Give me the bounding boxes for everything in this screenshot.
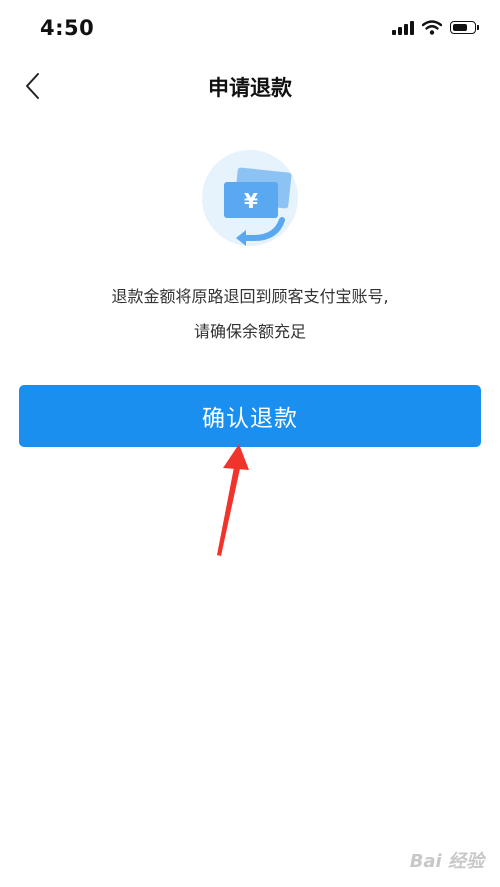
signal-icon xyxy=(392,20,414,35)
nav-bar: 申请退款 xyxy=(0,60,500,112)
refund-money-icon: ¥ xyxy=(202,150,298,246)
page-title: 申请退款 xyxy=(208,76,292,100)
status-icons xyxy=(392,20,479,35)
refund-description-line2: 请确保余额充足 xyxy=(193,322,306,341)
confirm-refund-button[interactable]: 确认退款 xyxy=(19,385,481,447)
status-bar: 4:50 xyxy=(0,0,500,60)
battery-icon xyxy=(450,21,479,34)
watermark: Bai 经验 xyxy=(409,851,484,872)
status-time: 4:50 xyxy=(40,16,95,40)
refund-description-line1: 退款金额将原路退回到顾客支付宝账号, xyxy=(111,287,389,306)
annotation-arrow-icon xyxy=(217,444,249,556)
wifi-icon xyxy=(422,20,442,35)
currency-symbol: ¥ xyxy=(244,189,258,213)
battery-level xyxy=(453,24,468,31)
